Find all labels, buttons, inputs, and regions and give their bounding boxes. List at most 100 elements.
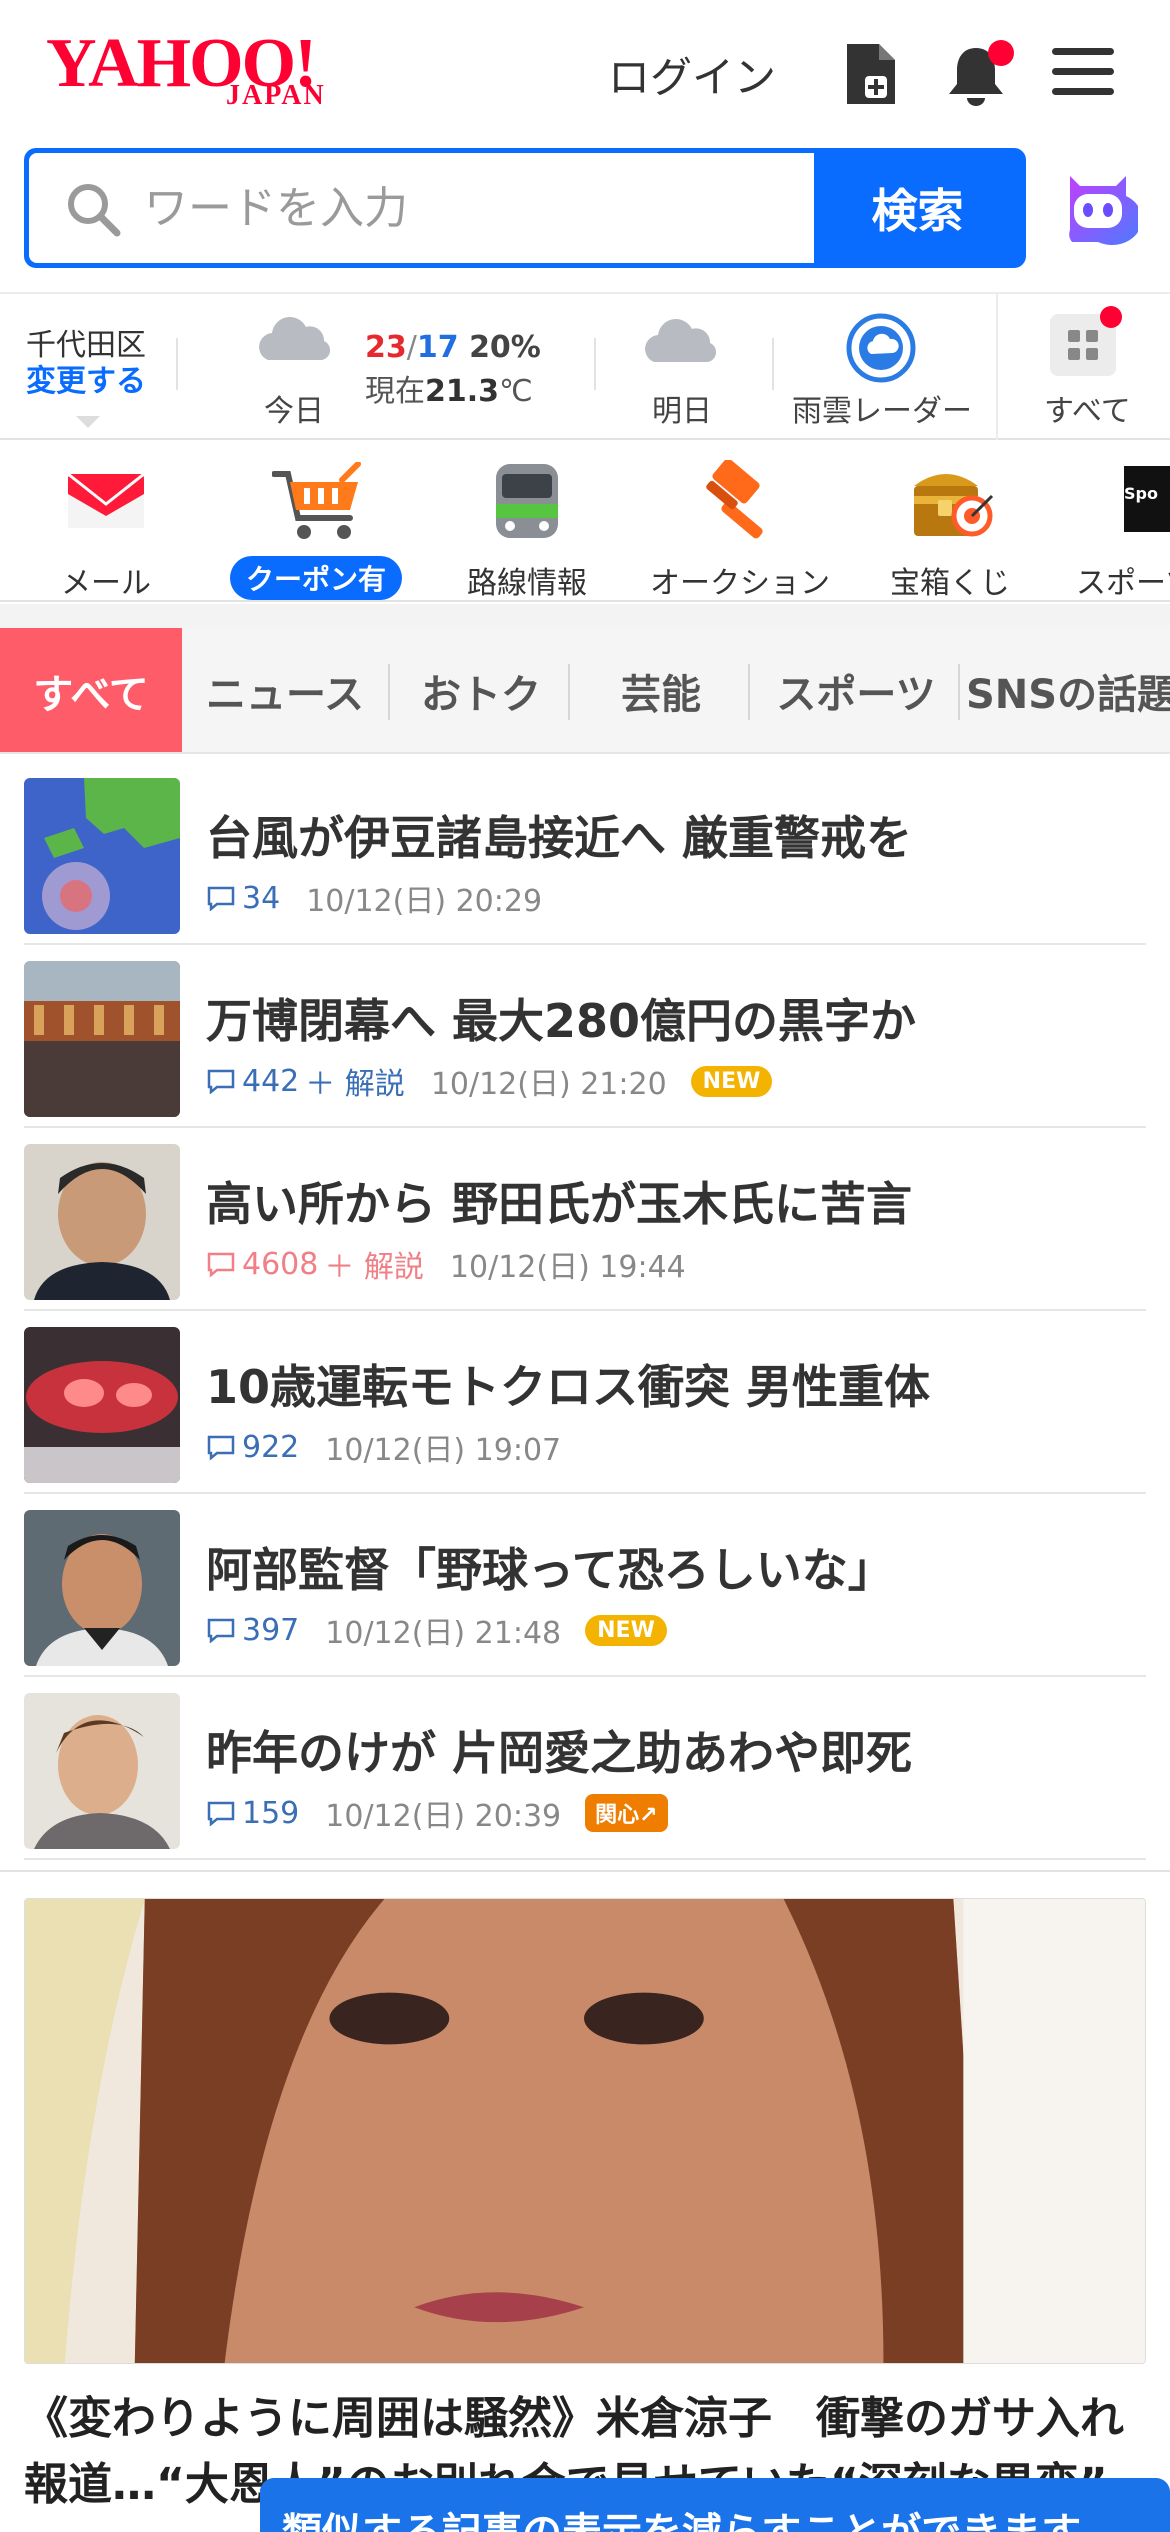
shopping-cart-icon: [272, 462, 361, 539]
cloud-icon: [259, 317, 331, 360]
tab-separator: [568, 664, 570, 720]
area-change-link[interactable]: 変更する: [26, 364, 146, 400]
news-item[interactable]: 万博閉幕へ 最大280億円の黒字か 442 ＋ 解説 10/12(日) 21:2…: [24, 945, 1146, 1128]
toast-banner[interactable]: 類似する記事の表示を減らすことができます: [260, 2478, 1170, 2532]
section-gap: [0, 604, 1170, 628]
today-label: 今日: [264, 394, 324, 429]
news-meta: 442 ＋ 解説 10/12(日) 21:20 NEW: [206, 1059, 773, 1103]
rain-radar-icon[interactable]: [845, 312, 917, 384]
news-title[interactable]: 台風が伊豆諸島接近へ 厳重警戒を: [206, 802, 912, 868]
service-treasure[interactable]: 宝箱くじ: [880, 460, 1020, 601]
header: YAHOO! JAPAN ログイン: [0, 0, 1170, 145]
typhoon-map-thumbnail: [24, 778, 180, 934]
current-temp: 現在21.3℃: [365, 366, 533, 410]
comment-count: 159: [242, 1795, 300, 1831]
new-badge: NEW: [690, 1065, 773, 1097]
login-link[interactable]: ログイン: [608, 44, 776, 105]
new-badge: NEW: [585, 1614, 667, 1646]
expo-crowd-thumbnail: [24, 961, 180, 1117]
news-item[interactable]: 昨年のけが 片岡愛之助あわや即死 159 10/12(日) 20:39 関心↗: [24, 1677, 1146, 1860]
mail-icon: [67, 472, 145, 528]
service-label: 路線情報: [467, 566, 587, 601]
comment-count: 397: [242, 1612, 300, 1648]
coupon-badge: クーポン有: [229, 556, 403, 600]
yahoo-japan-logo[interactable]: YAHOO! JAPAN: [46, 28, 366, 118]
cloud-icon: [645, 319, 717, 362]
news-item[interactable]: 阿部監督「野球って恐ろしいな」 397 10/12(日) 21:48 NEW: [24, 1494, 1146, 1677]
search-input[interactable]: [144, 179, 794, 237]
train-icon: [496, 464, 558, 538]
news-time: 10/12(日) 20:39: [325, 1799, 562, 1834]
ai-assistant-icon[interactable]: [1058, 168, 1138, 248]
service-label: オークション: [650, 566, 830, 601]
tab-separator: [748, 664, 750, 720]
service-shortcuts: メール クーポン有 路線情報 オークション 宝箱くじ Spo スポー: [0, 442, 1170, 602]
service-shopping[interactable]: クーポン有: [229, 460, 403, 600]
tab-separator: [958, 664, 960, 720]
comment-count: 442: [242, 1063, 300, 1099]
today-temps: 23/17 20%: [365, 330, 541, 365]
tomorrow-label[interactable]: 明日: [652, 386, 712, 430]
weather-bar: 千代田区 変更する 今日 23/17 20% 現在21.3℃ 明日 雨雲レーダー…: [0, 292, 1170, 440]
comment-count: 4608: [242, 1246, 319, 1282]
tab-news[interactable]: ニュース: [190, 628, 380, 752]
search-field-area: [29, 153, 814, 263]
news-time: 10/12(日) 21:48: [325, 1616, 562, 1651]
rain-chance: 20%: [469, 330, 541, 365]
weather-area[interactable]: 千代田区 変更する: [26, 328, 146, 400]
comment-count: 922: [242, 1429, 300, 1465]
politician-photo-thumbnail: [24, 1144, 180, 1300]
news-title[interactable]: 昨年のけが 片岡愛之助あわや即死: [206, 1717, 912, 1783]
category-tabs: すべて ニュース おトク 芸能 スポーツ SNSの話題: [0, 628, 1170, 754]
tab-sns[interactable]: SNSの話題: [966, 628, 1170, 752]
news-title[interactable]: 阿部監督「野球って恐ろしいな」: [206, 1534, 894, 1600]
news-item[interactable]: 高い所から 野田氏が玉木氏に苦言 4608 ＋ 解説 10/12(日) 19:4…: [24, 1128, 1146, 1311]
news-title[interactable]: 万博閉幕へ 最大280億円の黒字か: [206, 985, 916, 1051]
interest-badge: 関心↗: [585, 1794, 668, 1832]
comment-count: 34: [242, 880, 281, 916]
tab-deals[interactable]: おトク: [396, 628, 566, 752]
service-sports[interactable]: Spo スポーツ: [1070, 460, 1170, 601]
current-temp-unit: ℃: [499, 374, 533, 409]
news-time: 10/12(日) 21:20: [430, 1067, 667, 1102]
hamburger-menu-icon[interactable]: [1052, 48, 1114, 100]
comment-icon: [207, 1252, 235, 1277]
news-meta: 34 10/12(日) 20:29: [206, 876, 542, 920]
service-label: スポーツ: [1076, 566, 1170, 601]
notification-dot: [1100, 306, 1122, 328]
comment-icon: [207, 1069, 235, 1094]
current-temp-prefix: 現在: [365, 374, 425, 409]
search-icon: [68, 184, 121, 237]
comment-icon: [207, 1618, 235, 1643]
actor-photo-thumbnail: [24, 1693, 180, 1849]
news-meta: 159 10/12(日) 20:39 関心↗: [206, 1791, 668, 1835]
news-item[interactable]: 台風が伊豆諸島接近へ 厳重警戒を 34 10/12(日) 20:29: [24, 762, 1146, 945]
news-title[interactable]: 高い所から 野田氏が玉木氏に苦言: [206, 1168, 912, 1234]
police-light-thumbnail: [24, 1327, 180, 1483]
document-add-icon[interactable]: [843, 40, 899, 108]
sports-icon: Spo: [1124, 466, 1170, 532]
service-transit[interactable]: 路線情報: [462, 460, 592, 601]
tab-sports[interactable]: スポーツ: [756, 628, 956, 752]
tab-all[interactable]: すべて: [0, 628, 182, 752]
service-mail[interactable]: メール: [46, 460, 166, 601]
news-time: 10/12(日) 20:29: [306, 884, 543, 919]
feature-photo[interactable]: [24, 1898, 1146, 2364]
comment-icon: [207, 1435, 235, 1460]
manager-photo-thumbnail: [24, 1510, 180, 1666]
news-title[interactable]: 10歳運転モトクロス衝突 男性重体: [206, 1351, 930, 1417]
search-box: 検索: [24, 148, 1026, 268]
notification-dot: [988, 40, 1014, 66]
weather-divider: [176, 338, 178, 390]
weather-divider: [594, 338, 596, 390]
service-auction[interactable]: オークション: [650, 460, 830, 601]
weather-divider: [772, 338, 774, 390]
radar-label[interactable]: 雨雲レーダー: [792, 386, 972, 430]
tab-entertainment[interactable]: 芸能: [576, 628, 746, 752]
search-button[interactable]: 検索: [814, 153, 1021, 263]
all-services-button[interactable]: すべて: [996, 294, 1170, 440]
news-meta: 922 10/12(日) 19:07: [206, 1425, 561, 1469]
area-name: 千代田区: [26, 328, 146, 363]
section-divider: [0, 1870, 1170, 1872]
news-item[interactable]: 10歳運転モトクロス衝突 男性重体 922 10/12(日) 19:07: [24, 1311, 1146, 1494]
